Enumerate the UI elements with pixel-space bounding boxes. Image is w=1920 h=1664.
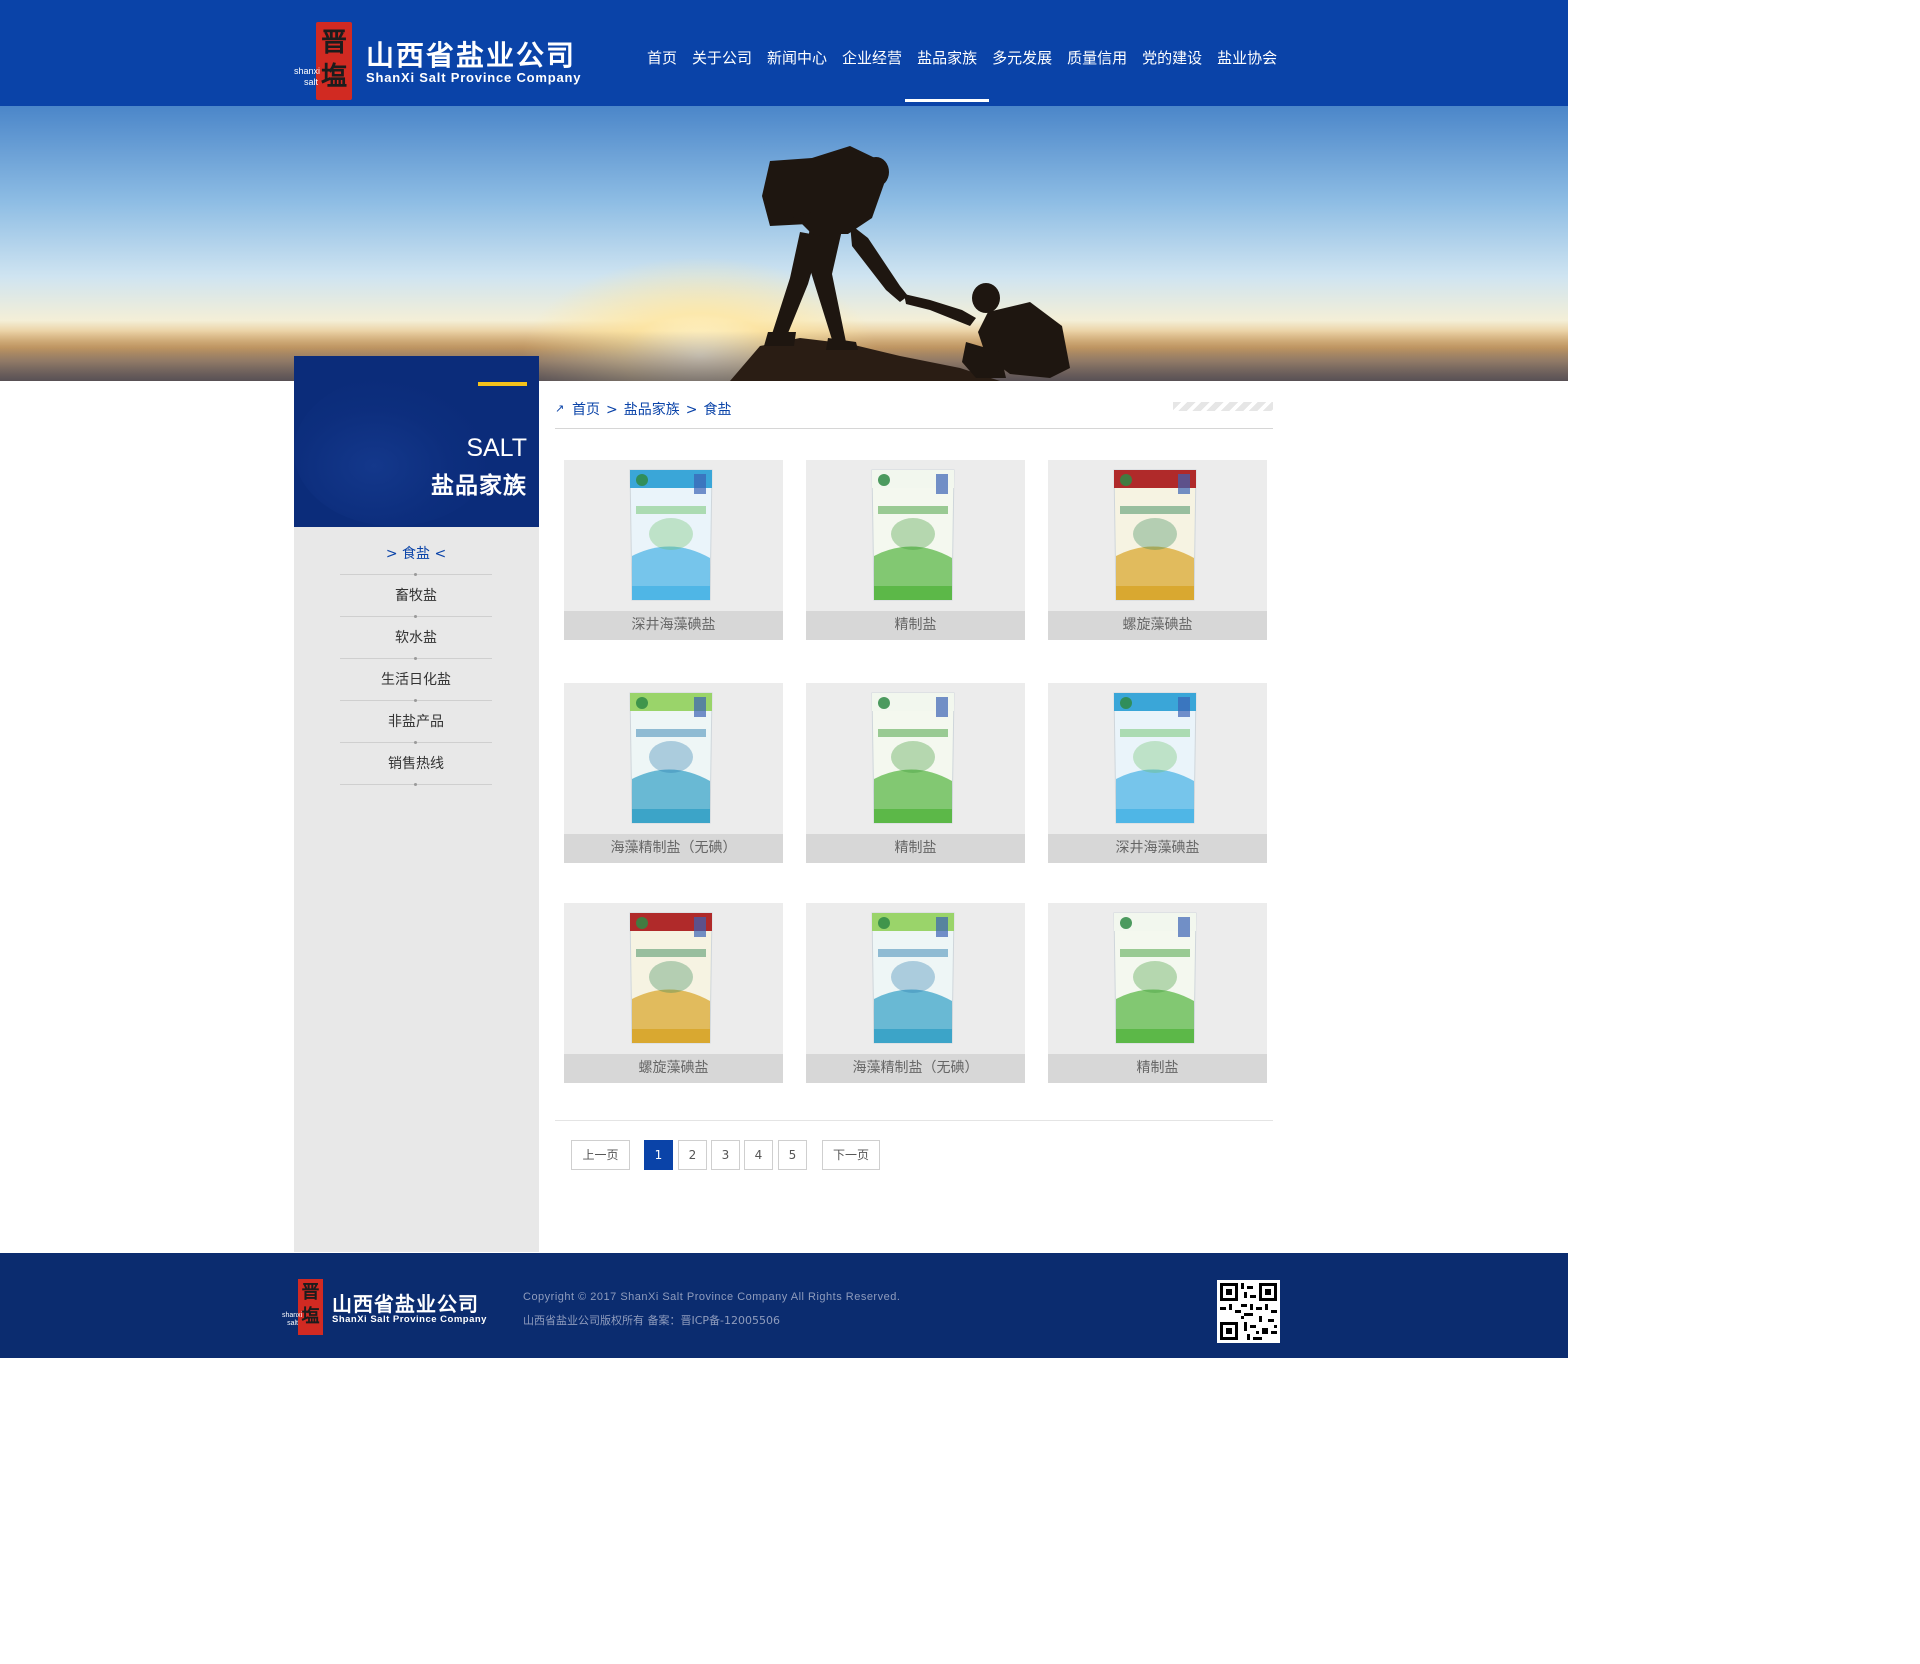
nav-item-6[interactable]: 质量信用 <box>1057 0 1137 106</box>
footer-logo[interactable]: 晋塩 shanxi salt 山西省盐业公司 ShanXi Salt Provi… <box>282 1278 522 1338</box>
product-card[interactable]: 螺旋藻碘盐 <box>1048 460 1267 640</box>
logo-title-cn: 山西省盐业公司 <box>366 39 577 72</box>
nav-item-3[interactable]: 企业经营 <box>832 0 912 106</box>
breadcrumb-link-1[interactable]: 盐品家族 <box>624 402 680 418</box>
sidebar-item-5[interactable]: 销售热线 <box>340 743 492 786</box>
logo-side-text: shanxi salt <box>294 66 321 87</box>
nav-item-0[interactable]: 首页 <box>637 0 687 106</box>
product-caption: 深井海藻碘盐 <box>1048 834 1267 863</box>
product-card[interactable]: 螺旋藻碘盐 <box>564 903 783 1083</box>
product-card[interactable]: 精制盐 <box>806 460 1025 640</box>
qr-code-icon <box>1217 1280 1280 1343</box>
product-package-image <box>626 466 716 604</box>
breadcrumb-separator: > <box>606 402 618 418</box>
nav-item-2[interactable]: 新闻中心 <box>757 0 837 106</box>
nav-item-7[interactable]: 党的建设 <box>1132 0 1212 106</box>
breadcrumb-link-2[interactable]: 食盐 <box>703 402 731 418</box>
hero-banner <box>0 106 1568 381</box>
product-package-image <box>868 909 958 1047</box>
sidebar-item-0[interactable]: > 食盐 < <box>340 533 492 576</box>
breadcrumb-trail: 首页 > 盐品家族 > 食盐 <box>572 399 737 419</box>
sidebar-accent-bar <box>478 382 527 386</box>
sidebar-header-decoration <box>294 376 494 526</box>
sidebar-item-2[interactable]: 软水盐 <box>340 617 492 660</box>
chevron-left-icon: < <box>430 546 447 562</box>
product-caption: 精制盐 <box>806 611 1025 640</box>
sidebar-title-en: SALT <box>466 434 527 462</box>
product-package-image <box>1110 689 1200 827</box>
footer-logo-side-text: shanxi salt <box>282 1312 303 1327</box>
footer-logo-title-cn: 山西省盐业公司 <box>332 1292 479 1316</box>
nav-item-1[interactable]: 关于公司 <box>682 0 762 106</box>
chevron-right-icon: > <box>385 546 402 562</box>
logo-seal: 晋塩 <box>316 22 352 100</box>
page-button-4[interactable]: 4 <box>744 1140 773 1170</box>
hikers-silhouette <box>730 146 1070 381</box>
breadcrumb-separator: > <box>685 402 698 418</box>
product-package-image <box>626 909 716 1047</box>
product-caption: 螺旋藻碘盐 <box>1048 611 1267 640</box>
sidebar-item-1[interactable]: 畜牧盐 <box>340 575 492 618</box>
product-package-image <box>868 689 958 827</box>
product-card[interactable]: 精制盐 <box>1048 903 1267 1083</box>
product-caption: 螺旋藻碘盐 <box>564 1054 783 1083</box>
product-caption: 海藻精制盐（无碘） <box>806 1054 1025 1083</box>
product-card[interactable]: 海藻精制盐（无碘） <box>564 683 783 863</box>
location-icon: ↗ <box>555 402 565 415</box>
site-footer: 晋塩 shanxi salt 山西省盐业公司 ShanXi Salt Provi… <box>0 1253 1568 1358</box>
breadcrumb: ↗ 首页 > 盐品家族 > 食盐 <box>555 396 1273 429</box>
sidebar-item-label: 食盐 <box>402 546 430 562</box>
page-button-2[interactable]: 2 <box>678 1140 707 1170</box>
product-card[interactable]: 深井海藻碘盐 <box>564 460 783 640</box>
next-page-button[interactable]: 下一页 <box>822 1140 880 1170</box>
footer-logo-seal: 晋塩 <box>298 1279 323 1335</box>
product-package-image <box>868 466 958 604</box>
footer-logo-title-en: ShanXi Salt Province Company <box>332 1314 487 1325</box>
nav-item-4[interactable]: 盐品家族 <box>905 0 990 106</box>
product-package-image <box>1110 466 1200 604</box>
sidebar-item-4[interactable]: 非盐产品 <box>340 701 492 744</box>
main-nav: 首页 关于公司 新闻中心 企业经营 盐品家族 多元发展 质量信用 党的建设 盐业协会 <box>637 0 1282 106</box>
footer-copyright: Copyright © 2017 ShanXi Salt Province Co… <box>523 1291 901 1303</box>
sidebar-header: SALT 盐品家族 <box>294 356 539 527</box>
product-card[interactable]: 海藻精制盐（无碘） <box>806 903 1025 1083</box>
page-button-5[interactable]: 5 <box>778 1140 807 1170</box>
sidebar-title-cn: 盐品家族 <box>431 473 527 499</box>
nav-item-8[interactable]: 盐业协会 <box>1207 0 1287 106</box>
product-caption: 深井海藻碘盐 <box>564 611 783 640</box>
sidebar-item-3[interactable]: 生活日化盐 <box>340 659 492 702</box>
product-card[interactable]: 精制盐 <box>806 683 1025 863</box>
footer-logo-seal-text: 晋塩 <box>301 1282 320 1327</box>
product-caption: 精制盐 <box>806 834 1025 863</box>
page: 晋塩 shanxi salt 山西省盐业公司 ShanXi Salt Provi… <box>0 0 1568 1664</box>
pagination-divider <box>555 1120 1273 1121</box>
page-button-3[interactable]: 3 <box>711 1140 740 1170</box>
prev-page-button[interactable]: 上一页 <box>571 1140 630 1170</box>
product-caption: 海藻精制盐（无碘） <box>564 834 783 863</box>
breadcrumb-link-0[interactable]: 首页 <box>572 402 600 418</box>
site-logo[interactable]: 晋塩 shanxi salt 山西省盐业公司 ShanXi Salt Provi… <box>294 20 604 102</box>
page-button-1[interactable]: 1 <box>644 1140 673 1170</box>
product-caption: 精制盐 <box>1048 1054 1267 1083</box>
product-package-image <box>626 689 716 827</box>
product-package-image <box>1110 909 1200 1047</box>
sidebar-menu: > 食盐 < 畜牧盐 软水盐 生活日化盐 非盐产品 销售热线 <box>340 533 492 786</box>
sidebar: SALT 盐品家族 > 食盐 < 畜牧盐 软水盐 生活日化盐 非盐产品 销售热线 <box>294 356 539 1252</box>
footer-icp: 山西省盐业公司版权所有 备案：晋ICP备-12005506 <box>523 1314 781 1327</box>
logo-seal-text: 晋塩 <box>320 28 347 92</box>
logo-title-en: ShanXi Salt Province Company <box>366 70 582 85</box>
site-header: 晋塩 shanxi salt 山西省盐业公司 ShanXi Salt Provi… <box>0 0 1568 106</box>
nav-item-5[interactable]: 多元发展 <box>982 0 1062 106</box>
product-card[interactable]: 深井海藻碘盐 <box>1048 683 1267 863</box>
breadcrumb-decoration <box>1173 402 1273 411</box>
